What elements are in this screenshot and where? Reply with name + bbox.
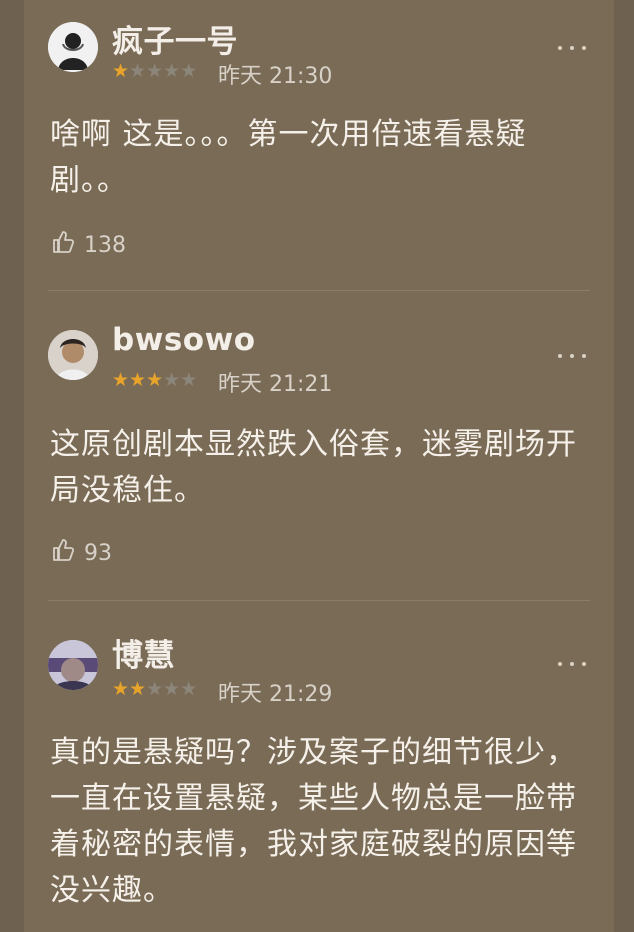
more-icon[interactable] xyxy=(558,659,586,669)
star-icon: ★ xyxy=(163,678,181,700)
rating-stars: ★ ★ ★ ★ ★ xyxy=(112,62,197,81)
like-button[interactable]: 93 xyxy=(52,538,112,568)
review-item: 疯子一号 ★ ★ ★ ★ ★ 昨天 21:30 啥啊 这是。。。第一次用倍速看悬… xyxy=(24,0,614,291)
divider xyxy=(48,600,590,601)
username[interactable]: bwsowo xyxy=(112,322,256,358)
star-icon: ★ xyxy=(163,60,181,82)
app-background: 疯子一号 ★ ★ ★ ★ ★ 昨天 21:30 啥啊 这是。。。第一次用倍速看悬… xyxy=(0,0,634,932)
avatar[interactable] xyxy=(48,640,98,690)
star-icon: ★ xyxy=(163,369,181,391)
star-icon: ★ xyxy=(146,678,164,700)
review-list: 疯子一号 ★ ★ ★ ★ ★ 昨天 21:30 啥啊 这是。。。第一次用倍速看悬… xyxy=(24,0,614,932)
star-icon: ★ xyxy=(129,369,147,391)
star-icon: ★ xyxy=(112,678,130,700)
review-item: bwsowo ★ ★ ★ ★ ★ 昨天 21:21 这原创剧本显然跌入俗套，迷雾… xyxy=(24,302,614,602)
review-text: 这原创剧本显然跌入俗套，迷雾剧场开局没稳住。 xyxy=(50,427,577,508)
avatar[interactable] xyxy=(48,22,98,72)
star-icon: ★ xyxy=(180,678,198,700)
star-icon: ★ xyxy=(146,369,164,391)
star-icon: ★ xyxy=(146,60,164,82)
star-icon: ★ xyxy=(180,60,198,82)
star-icon: ★ xyxy=(112,369,130,391)
like-count: 138 xyxy=(84,232,126,258)
rating-stars: ★ ★ ★ ★ ★ xyxy=(112,371,197,390)
star-icon: ★ xyxy=(112,60,130,82)
star-icon: ★ xyxy=(180,369,198,391)
review-text: 真的是悬疑吗？涉及案子的细节很少，一直在设置悬疑，某些人物总是一脸带着秘密的表情… xyxy=(50,735,577,908)
like-button[interactable]: 138 xyxy=(52,230,126,260)
more-icon[interactable] xyxy=(558,43,586,53)
review-text: 啥啊 这是。。。第一次用倍速看悬疑剧。。 xyxy=(50,117,527,198)
avatar[interactable] xyxy=(48,330,98,380)
star-icon: ★ xyxy=(129,678,147,700)
username[interactable]: 博慧 xyxy=(112,630,175,675)
timestamp: 昨天 21:29 xyxy=(218,682,333,707)
more-icon[interactable] xyxy=(558,351,586,361)
thumbs-up-icon xyxy=(52,230,76,260)
timestamp: 昨天 21:30 xyxy=(218,64,333,89)
review-item: 博慧 ★ ★ ★ ★ ★ 昨天 21:29 真的是悬疑吗？涉及案子的细节很少，一… xyxy=(24,612,614,932)
rating-stars: ★ ★ ★ ★ ★ xyxy=(112,680,197,699)
timestamp: 昨天 21:21 xyxy=(218,372,333,397)
thumbs-up-icon xyxy=(52,538,76,568)
star-icon: ★ xyxy=(129,60,147,82)
username[interactable]: 疯子一号 xyxy=(112,16,238,61)
like-count: 93 xyxy=(84,540,112,566)
divider xyxy=(48,290,590,291)
